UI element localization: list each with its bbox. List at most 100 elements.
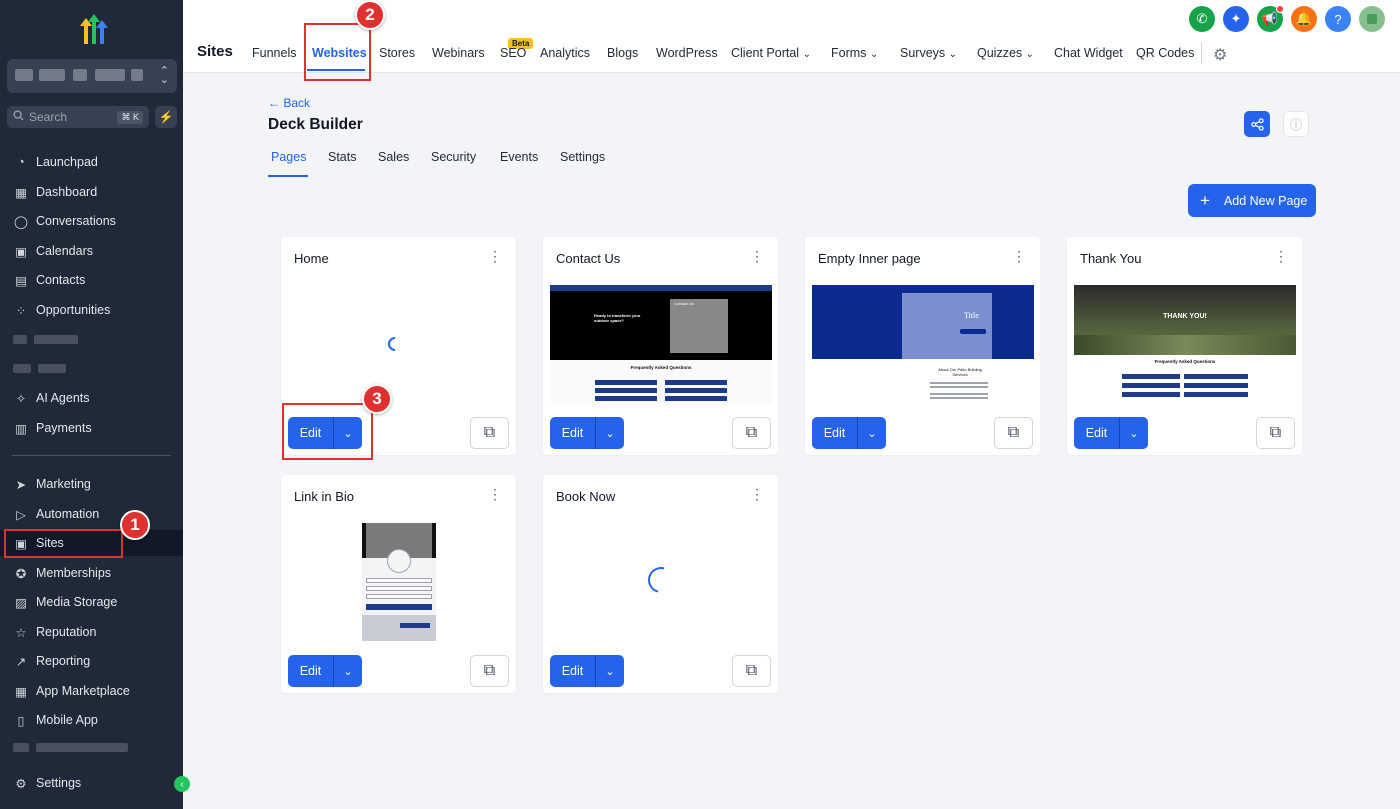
tab-stores[interactable]: Stores <box>379 46 415 60</box>
edit-button[interactable]: Edit <box>812 417 858 449</box>
sidebar-item-marketing[interactable]: ➤ Marketing <box>0 471 183 497</box>
open-preview-button[interactable]: ⧉ <box>732 655 771 687</box>
tab-quizzes[interactable]: Quizzes ⌄ <box>977 46 1034 60</box>
more-options-icon[interactable]: ⋮ <box>1274 249 1288 263</box>
more-options-icon[interactable]: ⋮ <box>750 249 764 263</box>
announcements-button[interactable]: 📢 <box>1257 5 1284 32</box>
tab-surveys[interactable]: Surveys ⌄ <box>900 46 957 60</box>
sidebar-item-automation[interactable]: ▷ Automation <box>0 501 183 527</box>
gear-icon[interactable]: ⚙ <box>1213 45 1227 65</box>
open-preview-button[interactable]: ⧉ <box>470 417 509 449</box>
redacted-item <box>13 364 31 373</box>
subtab-security[interactable]: Security <box>431 150 476 164</box>
sidebar-item-label: Opportunities <box>36 303 111 317</box>
sidebar-item-media-storage[interactable]: ▨ Media Storage <box>0 589 183 615</box>
more-options-icon[interactable]: ⋮ <box>488 249 502 263</box>
chat-icon: ◯ <box>14 214 28 229</box>
tab-wordpress[interactable]: WordPress <box>656 46 718 60</box>
tab-label: Surveys <box>900 46 946 60</box>
more-options-icon[interactable]: ⋮ <box>750 487 764 501</box>
sidebar-item-opportunities[interactable]: ⁘ Opportunities <box>0 297 183 323</box>
page-preview <box>288 285 510 403</box>
tab-blogs[interactable]: Blogs <box>607 46 638 60</box>
sidebar-item-dashboard[interactable]: ▦ Dashboard <box>0 179 183 205</box>
edit-dropdown-button[interactable]: ⌄ <box>596 655 624 687</box>
more-options-icon[interactable]: ⋮ <box>1012 249 1026 263</box>
sidebar-item-label: Automation <box>36 507 100 521</box>
sidebar-item-mobile-app[interactable]: ▯ Mobile App <box>0 707 183 733</box>
sidebar-item-calendars[interactable]: ▣ Calendars <box>0 238 183 264</box>
sidebar-item-label: Launchpad <box>36 155 98 169</box>
tab-funnels[interactable]: Funnels <box>252 46 296 60</box>
sidebar-item-app-marketplace[interactable]: ▦ App Marketplace <box>0 678 183 704</box>
subtab-stats[interactable]: Stats <box>328 150 357 164</box>
edit-button[interactable]: Edit <box>288 655 334 687</box>
chevron-down-icon: ⌄ <box>605 427 615 440</box>
subtab-sales[interactable]: Sales <box>378 150 409 164</box>
sidebar-item-label: AI Agents <box>36 391 90 405</box>
play-icon: ▷ <box>16 507 26 522</box>
preview-faq-heading: Frequently Asked Questions <box>1154 359 1216 364</box>
edit-button[interactable]: Edit <box>1074 417 1120 449</box>
avatar-icon <box>1367 14 1377 24</box>
edit-dropdown-button[interactable]: ⌄ <box>1120 417 1148 449</box>
sidebar-item-payments[interactable]: ▥ Payments <box>0 415 183 441</box>
edit-dropdown-button[interactable]: ⌄ <box>858 417 886 449</box>
tab-client-portal[interactable]: Client Portal ⌄ <box>731 46 811 60</box>
phone-button[interactable]: ✆ <box>1189 6 1215 32</box>
subtab-pages[interactable]: Pages <box>271 150 306 164</box>
share-button[interactable] <box>1244 111 1270 137</box>
redacted-item <box>38 364 66 373</box>
edit-dropdown-button[interactable]: ⌄ <box>334 655 362 687</box>
search-input[interactable]: Search ⌘ K <box>7 106 149 128</box>
tab-chat-widget[interactable]: Chat Widget <box>1054 46 1123 60</box>
tab-webinars[interactable]: Webinars <box>432 46 485 60</box>
sidebar-item-label: Calendars <box>36 244 93 258</box>
award-icon: ✪ <box>15 566 27 581</box>
page-card-empty-inner-page: Empty Inner page ⋮ Title About Our Patio… <box>805 237 1040 455</box>
search-shortcut: ⌘ K <box>117 110 143 124</box>
sidebar-item-launchpad[interactable]: ◔ Launchpad <box>0 149 183 175</box>
tab-label: Quizzes <box>977 46 1023 60</box>
open-preview-button[interactable]: ⧉ <box>470 655 509 687</box>
subtab-settings[interactable]: Settings <box>560 150 605 164</box>
account-switcher[interactable]: ⌃ ⌄ <box>7 59 177 93</box>
sidebar-item-contacts[interactable]: ▤ Contacts <box>0 267 183 293</box>
sidebar: ⌃ ⌄ Search ⌘ K ⚡ ◔ Launchpad ▦ Dashboard ◯ C… <box>0 0 190 809</box>
page-card-thank-you: Thank You ⋮ THANK YOU! Frequently Asked … <box>1067 237 1302 455</box>
tab-analytics[interactable]: Analytics <box>540 46 590 60</box>
ai-assist-button[interactable]: ✦ <box>1223 6 1249 32</box>
info-button[interactable]: ⓘ <box>1283 111 1309 137</box>
help-button[interactable]: ? <box>1325 6 1351 32</box>
sidebar-collapse-button[interactable]: ‹ <box>174 776 190 792</box>
sidebar-item-memberships[interactable]: ✪ Memberships <box>0 560 183 586</box>
open-preview-button[interactable]: ⧉ <box>732 417 771 449</box>
app-logo[interactable] <box>76 12 110 46</box>
sidebar-item-conversations[interactable]: ◯ Conversations <box>0 208 183 234</box>
add-new-page-button[interactable]: + Add New Page <box>1188 184 1316 217</box>
page-card-title: Home <box>294 251 329 266</box>
edit-button[interactable]: Edit <box>550 417 596 449</box>
edit-button[interactable]: Edit <box>550 655 596 687</box>
more-options-icon[interactable]: ⋮ <box>488 487 502 501</box>
page-card-title: Empty Inner page <box>818 251 921 266</box>
sidebar-item-reporting[interactable]: ↗ Reporting <box>0 648 183 674</box>
open-preview-button[interactable]: ⧉ <box>1256 417 1295 449</box>
tab-forms[interactable]: Forms ⌄ <box>831 46 878 60</box>
sidebar-item-ai-agents[interactable]: ✧ AI Agents <box>0 385 183 411</box>
tab-seo[interactable]: SEO <box>500 46 526 60</box>
notification-dot <box>1276 5 1284 13</box>
sidebar-item-settings[interactable]: ⚙ Settings <box>0 770 183 796</box>
quick-action-button[interactable]: ⚡ <box>155 106 177 128</box>
back-link[interactable]: ← Back <box>268 96 310 110</box>
avatar[interactable] <box>1359 6 1385 32</box>
chevron-down-icon: ⌄ <box>1025 49 1035 60</box>
edit-dropdown-button[interactable]: ⌄ <box>596 417 624 449</box>
chevron-down-icon: ⌄ <box>867 427 877 440</box>
open-preview-button[interactable]: ⧉ <box>994 417 1033 449</box>
tab-qr-codes[interactable]: QR Codes <box>1136 46 1194 60</box>
notifications-button[interactable]: 🔔 <box>1291 6 1317 32</box>
subtab-events[interactable]: Events <box>500 150 538 164</box>
sidebar-item-reputation[interactable]: ☆ Reputation <box>0 619 183 645</box>
page-preview: THANK YOU! Frequently Asked Questions <box>1074 285 1296 403</box>
